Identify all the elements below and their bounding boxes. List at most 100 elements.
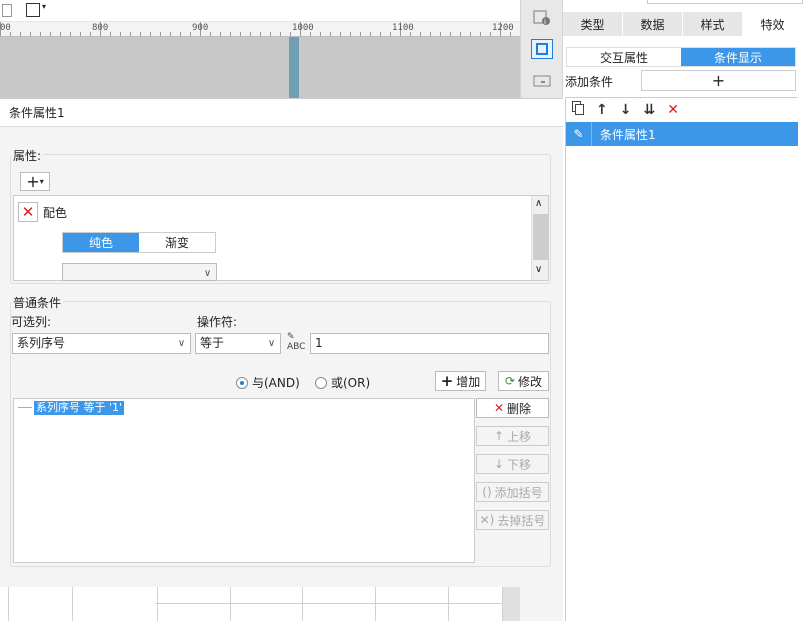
arrow-up-icon[interactable]: ↑ bbox=[596, 102, 608, 118]
settings-grid-icon[interactable]: i bbox=[532, 9, 552, 27]
ruler-tick bbox=[350, 32, 351, 36]
component-icon[interactable] bbox=[531, 39, 553, 59]
add-attribute-button[interactable]: + ▾ bbox=[20, 172, 50, 191]
modify-button[interactable]: ⟳ 修改 bbox=[498, 371, 549, 391]
color-select[interactable]: ∨ bbox=[62, 263, 217, 281]
condition-expression-list[interactable]: 系列序号 等于 '1' bbox=[13, 398, 475, 563]
ruler-tick bbox=[340, 32, 341, 36]
remove-property-button[interactable]: ✕ bbox=[18, 202, 38, 222]
ruler-tick bbox=[180, 32, 181, 36]
right-panel: 类型 数据 样式 特效 交互属性 条件显示 添加条件 + ↑ ↓ ⇊ ✕ ✎ 条… bbox=[563, 0, 803, 621]
ruler-tick bbox=[270, 32, 271, 36]
subtab-interaction[interactable]: 交互属性 bbox=[567, 48, 681, 66]
scroll-thumb[interactable] bbox=[533, 214, 548, 260]
ruler-tick bbox=[490, 32, 491, 36]
radio-or-label: 或(OR) bbox=[331, 376, 371, 390]
move-up-button[interactable]: ↑ 上移 bbox=[476, 426, 549, 446]
edit-icon: ⟳ bbox=[504, 374, 516, 388]
horizontal-ruler: 00 800 900 1000 1100 1200 bbox=[0, 22, 520, 37]
ruler-tick bbox=[290, 32, 291, 36]
chevron-down-icon[interactable]: ▾ bbox=[42, 2, 46, 11]
tab-style[interactable]: 样式 bbox=[683, 12, 743, 36]
tree-line bbox=[18, 407, 32, 408]
ruler-tick bbox=[80, 32, 81, 36]
plus-icon: + bbox=[26, 172, 40, 191]
delete-button[interactable]: ✕ 删除 bbox=[476, 398, 549, 418]
condition-row[interactable]: 系列序号 等于 '1' bbox=[34, 401, 125, 415]
radio-or[interactable]: 或(OR) bbox=[315, 374, 370, 391]
delete-icon[interactable]: ✕ bbox=[667, 102, 679, 118]
radio-and-label: 与(AND) bbox=[252, 376, 300, 390]
ruler-tick bbox=[60, 32, 61, 36]
value-input[interactable]: 1 bbox=[310, 333, 549, 354]
panel-tabs: 类型 数据 样式 特效 bbox=[563, 12, 803, 36]
ruler-tick bbox=[130, 32, 131, 36]
grid-line bbox=[8, 587, 9, 621]
tab-type[interactable]: 类型 bbox=[563, 12, 623, 36]
color-mode-solid[interactable]: 纯色 bbox=[63, 233, 139, 252]
scroll-up-icon[interactable]: ∧ bbox=[535, 198, 542, 209]
move-bottom-icon[interactable]: ⇊ bbox=[643, 102, 655, 118]
color-mode-gradient[interactable]: 渐变 bbox=[139, 233, 215, 252]
tab-data[interactable]: 数据 bbox=[623, 12, 683, 36]
add-bracket-button[interactable]: () 添加括号 bbox=[476, 482, 549, 502]
modify-button-label: 修改 bbox=[518, 374, 543, 389]
ruler-tick bbox=[210, 32, 211, 36]
canvas-area[interactable] bbox=[0, 37, 520, 98]
add-button[interactable]: + 增加 bbox=[435, 371, 486, 391]
scroll-down-icon[interactable]: ∨ bbox=[535, 264, 542, 275]
ruler-label: 00 bbox=[0, 23, 11, 33]
top-toolbar: ▾ bbox=[0, 0, 520, 22]
svg-text:i: i bbox=[544, 18, 546, 26]
ruler-tick bbox=[330, 32, 331, 36]
operator-select[interactable]: 等于 ∨ bbox=[195, 333, 281, 354]
ruler-label: 1200 bbox=[492, 23, 514, 33]
subtab-conditional-display[interactable]: 条件显示 bbox=[681, 48, 795, 66]
ruler-tick bbox=[90, 32, 91, 36]
abc-formula-icon[interactable]: ✎ ABC bbox=[287, 332, 307, 352]
ruler-tick bbox=[420, 32, 421, 36]
add-condition-button[interactable]: + bbox=[641, 70, 796, 91]
add-condition-label: 添加条件 bbox=[565, 75, 614, 89]
ruler-tick bbox=[430, 32, 431, 36]
ruler-tick bbox=[480, 32, 481, 36]
ruler-tick bbox=[390, 32, 391, 36]
ruler-tick bbox=[250, 32, 251, 36]
list-item-label: 条件属性1 bbox=[600, 127, 656, 142]
grid-scrollbar[interactable] bbox=[503, 587, 520, 621]
bracket-icon: () bbox=[482, 485, 492, 499]
ruler-tick bbox=[440, 32, 441, 36]
ruler-tick bbox=[240, 32, 241, 36]
ruler-label: 800 bbox=[92, 23, 109, 33]
widget-icon[interactable] bbox=[532, 72, 552, 90]
remove-bracket-icon: ✕) bbox=[479, 513, 495, 527]
list-item[interactable]: ✎ 条件属性1 bbox=[566, 122, 798, 146]
ruler-tick bbox=[140, 32, 141, 36]
general-conditions-label: 普通条件 bbox=[11, 294, 64, 311]
move-down-button[interactable]: ↓ 下移 bbox=[476, 454, 549, 474]
radio-dot[interactable] bbox=[315, 376, 327, 389]
copy-icon[interactable] bbox=[572, 101, 584, 119]
page-icon[interactable] bbox=[2, 4, 12, 17]
tab-effects[interactable]: 特效 bbox=[743, 12, 803, 36]
ruler-tick bbox=[280, 32, 281, 36]
add-bracket-label: 添加括号 bbox=[494, 485, 543, 500]
condition-list: ↑ ↓ ⇊ ✕ ✎ 条件属性1 bbox=[565, 97, 798, 621]
chevron-down-icon: ∨ bbox=[203, 268, 212, 279]
move-down-label: 下移 bbox=[507, 457, 532, 472]
scrollbar[interactable]: ∧ ∨ bbox=[531, 196, 548, 280]
sheet-grid[interactable] bbox=[0, 587, 520, 621]
operator-label: 操作符: bbox=[197, 315, 238, 329]
arrow-down-icon[interactable]: ↓ bbox=[620, 102, 632, 118]
arrow-up-icon: ↑ bbox=[493, 429, 505, 443]
property-box: ✕ 配色 纯色 渐变 ∨ ∧ ∨ bbox=[13, 195, 549, 281]
ruler-tick bbox=[110, 32, 111, 36]
pencil-icon[interactable]: ✎ bbox=[566, 122, 592, 146]
radio-and[interactable]: 与(AND) bbox=[236, 374, 300, 391]
optional-column-select[interactable]: 系列序号 ∨ bbox=[12, 333, 191, 354]
remove-bracket-button[interactable]: ✕) 去掉括号 bbox=[476, 510, 549, 530]
effect-subtabs: 交互属性 条件显示 bbox=[566, 47, 796, 67]
radio-dot[interactable] bbox=[236, 376, 248, 389]
border-icon[interactable] bbox=[26, 3, 40, 17]
chevron-down-icon: ∨ bbox=[177, 338, 186, 349]
